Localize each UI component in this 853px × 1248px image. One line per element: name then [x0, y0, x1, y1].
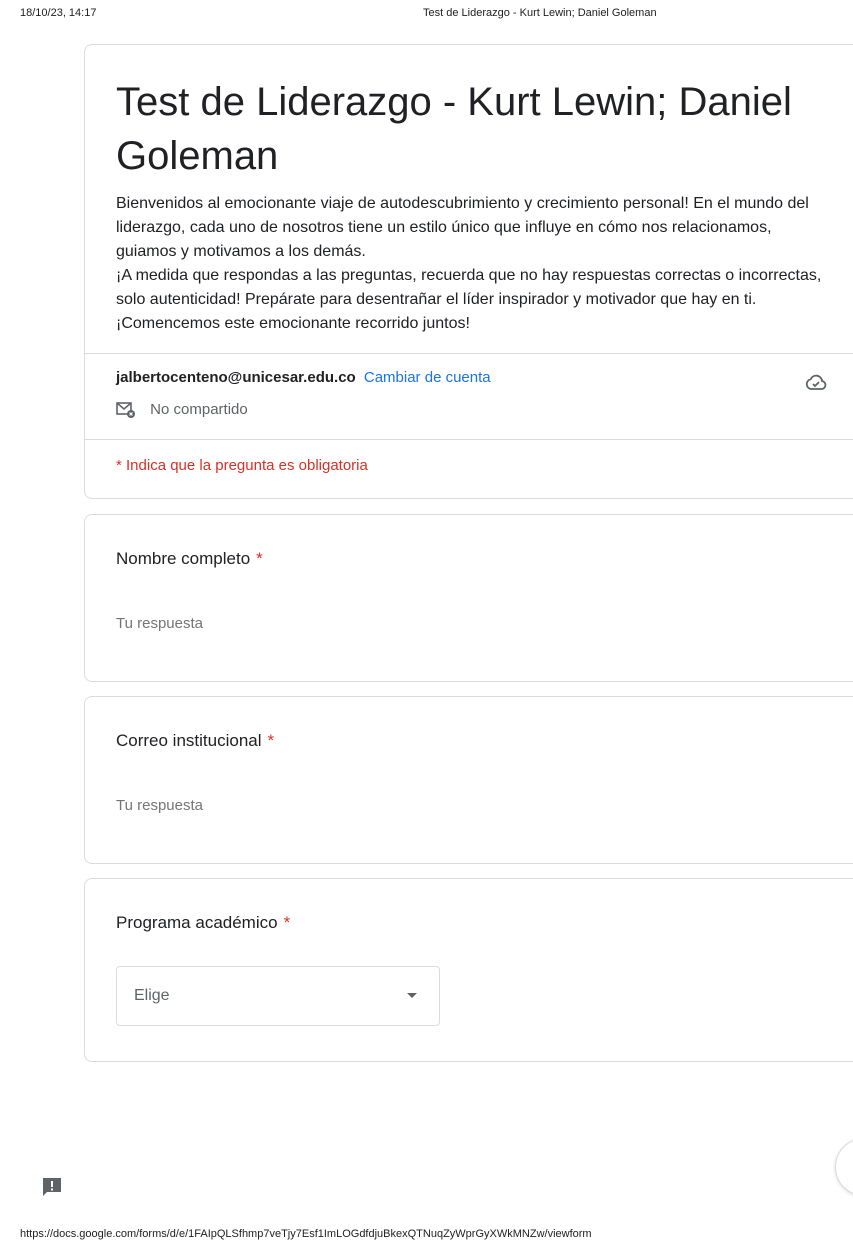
form-header-card: Test de Liderazgo - Kurt Lewin; Daniel G…: [84, 44, 853, 499]
print-header: 18/10/23, 14:17 Test de Liderazgo - Kurt…: [0, 7, 853, 23]
correo-input[interactable]: [116, 797, 416, 814]
question-card-correo: Correo institucional *: [84, 696, 853, 864]
account-email: jalbertocenteno@unicesar.edu.co: [116, 369, 356, 386]
report-feedback-icon[interactable]: [40, 1175, 64, 1199]
not-shared-label: No compartido: [150, 401, 248, 418]
mail-not-shared-icon: [116, 402, 135, 419]
required-note: * Indica que la pregunta es obligatoria: [116, 457, 368, 474]
required-asterisk: *: [256, 549, 263, 568]
question-title: Correo institucional *: [116, 731, 274, 751]
floating-action-button[interactable]: [835, 1138, 853, 1196]
print-url: https://docs.google.com/forms/d/e/1FAIpQ…: [20, 1228, 592, 1240]
form-description: Bienvenidos al emocionante viaje de auto…: [116, 195, 822, 332]
divider: [85, 353, 853, 354]
question-card-programa: Programa académico * Elige: [84, 878, 853, 1062]
form-title: Test de Liderazgo - Kurt Lewin; Daniel G…: [116, 80, 792, 178]
programa-select[interactable]: Elige: [116, 966, 440, 1026]
not-shared-row: No compartido: [116, 401, 248, 419]
switch-account-link[interactable]: Cambiar de cuenta: [364, 369, 491, 386]
print-title: Test de Liderazgo - Kurt Lewin; Daniel G…: [423, 7, 657, 19]
select-value: Elige: [134, 987, 170, 1004]
divider: [85, 439, 853, 440]
question-label: Nombre completo: [116, 549, 251, 568]
print-datetime: 18/10/23, 14:17: [20, 7, 97, 19]
required-asterisk: *: [267, 731, 275, 750]
nombre-input[interactable]: [116, 615, 416, 632]
question-label: Programa académico: [116, 913, 278, 932]
required-asterisk: *: [283, 913, 291, 932]
question-title: Programa académico *: [116, 913, 290, 933]
cloud-done-icon[interactable]: [804, 370, 828, 394]
account-row: jalbertocenteno@unicesar.edu.co Cambiar …: [116, 369, 491, 386]
question-card-nombre: Nombre completo *: [84, 514, 853, 682]
question-title: Nombre completo *: [116, 549, 263, 569]
chevron-down-icon: [407, 993, 417, 998]
question-label: Correo institucional: [116, 731, 262, 750]
